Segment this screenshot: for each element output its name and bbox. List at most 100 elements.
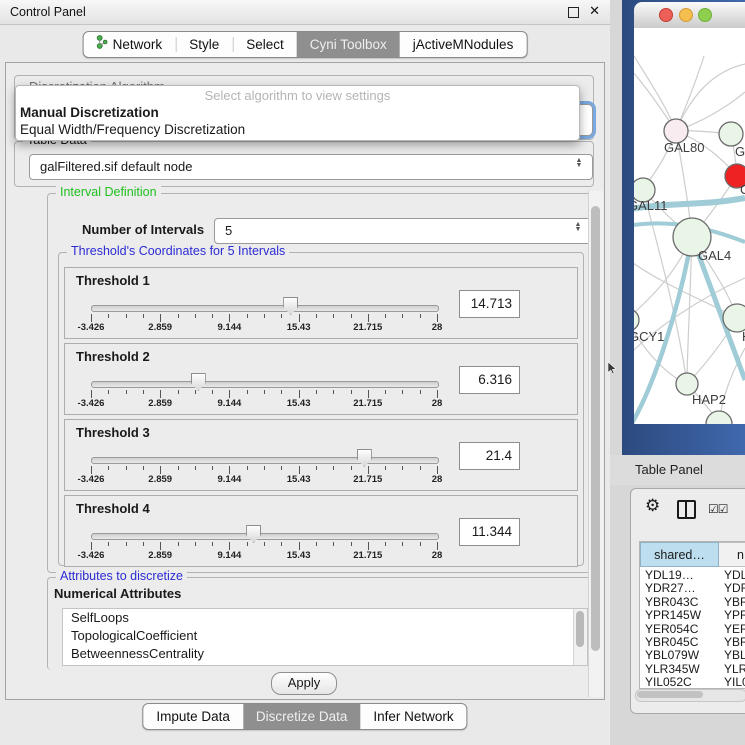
- slider-thumb[interactable]: [357, 449, 372, 467]
- tick-mark: [247, 542, 248, 546]
- table-rows: YDL19…YDL1YDR27…YDR2YBR043CYBR0YPR145WYP…: [640, 568, 745, 688]
- table-row[interactable]: YPR145WYPR1: [640, 608, 745, 621]
- table-row[interactable]: YDL19…YDL1: [640, 568, 745, 581]
- slider-thumb[interactable]: [191, 373, 206, 391]
- table-row[interactable]: YBL079WYBL0: [640, 648, 745, 661]
- table-row[interactable]: YBR045CYBR0: [640, 635, 745, 648]
- network-node-g[interactable]: [719, 122, 743, 146]
- content-scrollbar-thumb[interactable]: [591, 206, 600, 651]
- network-edge[interactable]: [634, 56, 676, 131]
- slider-thumb[interactable]: [246, 525, 261, 543]
- table-row[interactable]: YBR043CYBR0: [640, 595, 745, 608]
- node-label: GAL11: [634, 198, 668, 213]
- tick-mark: [316, 314, 317, 318]
- tab-style[interactable]: Style: [176, 32, 232, 57]
- gear-icon[interactable]: ⚙: [645, 496, 660, 516]
- table-horizontal-scrollbar-thumb[interactable]: [637, 691, 703, 698]
- node-label: G: [735, 144, 745, 159]
- threshold-value-field[interactable]: 11.344: [459, 518, 520, 546]
- network-edge[interactable]: [676, 64, 745, 131]
- network-node[interactable]: [706, 411, 732, 424]
- tick-mark: [316, 466, 317, 470]
- content-scrollbar[interactable]: [588, 191, 603, 697]
- select-columns-icon[interactable]: ☑☑: [708, 502, 728, 516]
- slider-thumb[interactable]: [283, 297, 298, 315]
- tick-label: 15.43: [287, 398, 311, 409]
- slider-tick-labels: -3.4262.8599.14415.4321.71528: [91, 474, 437, 486]
- network-node-h[interactable]: [723, 304, 745, 332]
- threshold-value-field[interactable]: 6.316: [459, 366, 520, 394]
- dropdown-option-equal-width[interactable]: Equal Width/Frequency Discretization: [20, 122, 245, 137]
- numerical-attributes-list[interactable]: SelfLoopsTopologicalCoefficientBetweenne…: [62, 608, 588, 666]
- slider-track[interactable]: [91, 533, 439, 540]
- tick-mark: [195, 466, 196, 470]
- cell-name: YDL1: [724, 568, 745, 582]
- attribute-list-item[interactable]: BetweennessCentrality: [63, 645, 587, 663]
- tick-mark: [316, 542, 317, 546]
- table-row[interactable]: YDR27…YDR2: [640, 581, 745, 594]
- table-data-combobox[interactable]: galFiltered.sif default node ▲▼: [29, 154, 593, 180]
- tab-jactivemnodules[interactable]: jActiveMNodules: [400, 32, 527, 57]
- slider-tick-labels: -3.4262.8599.14415.4321.71528: [91, 322, 437, 334]
- tab-discretize-data[interactable]: Discretize Data: [243, 704, 361, 729]
- float-window-icon[interactable]: [568, 7, 579, 18]
- attributes-scrollbar-thumb[interactable]: [576, 611, 584, 647]
- close-icon[interactable]: ✕: [589, 3, 600, 19]
- table-horizontal-scrollbar[interactable]: [635, 689, 745, 702]
- network-canvas[interactable]: GAL80GCGAL11GAL4GCY1HHAP2: [634, 28, 745, 424]
- tick-mark: [437, 466, 438, 474]
- tick-mark: [368, 390, 369, 398]
- split-view-icon[interactable]: [677, 500, 696, 519]
- tick-mark: [333, 542, 334, 546]
- tick-mark: [402, 390, 403, 394]
- tab-infer-network[interactable]: Infer Network: [360, 704, 466, 729]
- tick-mark: [229, 466, 230, 474]
- tick-label: 28: [432, 474, 443, 485]
- tick-mark: [351, 542, 352, 546]
- number-of-intervals-combobox[interactable]: 5 ▲▼: [214, 218, 592, 244]
- table-row[interactable]: YLR345WYLR3: [640, 662, 745, 675]
- tick-mark: [281, 466, 282, 470]
- tab-select[interactable]: Select: [233, 32, 297, 57]
- slider-track[interactable]: [91, 381, 439, 388]
- tab-cyni-toolbox[interactable]: Cyni Toolbox: [297, 32, 400, 57]
- tab-network[interactable]: Network: [84, 32, 176, 57]
- table-panel: ⚙ ☑☑ shared… n YDL19…YDL1YDR27…YDR2YBR04…: [630, 488, 745, 714]
- table-row[interactable]: YIL052CYIL0: [640, 675, 745, 688]
- threshold-label: Threshold 3: [76, 425, 150, 440]
- tick-mark: [160, 542, 161, 550]
- dropdown-option-manual[interactable]: Manual Discretization: [20, 105, 159, 120]
- attribute-list-item[interactable]: TopologicalCoefficient: [63, 627, 587, 645]
- threshold-value-field[interactable]: 21.4: [459, 442, 520, 470]
- column-header-shared-name[interactable]: shared…: [640, 542, 719, 567]
- threshold-label: Threshold 4: [76, 501, 150, 516]
- slider-track[interactable]: [91, 457, 439, 464]
- apply-button[interactable]: Apply: [271, 672, 337, 695]
- cell-name: YLR3: [724, 662, 745, 676]
- close-traffic-light[interactable]: [659, 8, 673, 22]
- zoom-traffic-light[interactable]: [698, 8, 712, 22]
- tick-mark: [368, 314, 369, 322]
- tick-mark: [281, 314, 282, 318]
- attributes-scrollbar[interactable]: [573, 609, 587, 665]
- minimize-traffic-light[interactable]: [679, 8, 693, 22]
- threshold-label: Threshold 2: [76, 349, 150, 364]
- attribute-list-item[interactable]: SelfLoops: [63, 609, 587, 627]
- threshold-label: Threshold 1: [76, 273, 150, 288]
- tick-mark: [281, 390, 282, 394]
- tick-label: 15.43: [287, 550, 311, 561]
- slider-track[interactable]: [91, 305, 439, 312]
- tick-label: 21.715: [353, 322, 382, 333]
- threshold-value-field[interactable]: 14.713: [459, 290, 520, 318]
- table-row[interactable]: YER054CYER0: [640, 622, 745, 635]
- algorithm-dropdown-popup: Select algorithm to view settings Manual…: [15, 85, 580, 141]
- tick-mark: [368, 466, 369, 474]
- slider-tick-labels: -3.4262.8599.14415.4321.71528: [91, 550, 437, 562]
- tick-label: -3.426: [78, 322, 105, 333]
- cell-name: YBR0: [724, 635, 745, 649]
- column-header-name[interactable]: n: [719, 542, 745, 567]
- tick-mark: [91, 466, 92, 474]
- tab-impute-data[interactable]: Impute Data: [143, 704, 243, 729]
- tick-mark: [229, 314, 230, 322]
- network-node-gcy1[interactable]: [634, 309, 639, 331]
